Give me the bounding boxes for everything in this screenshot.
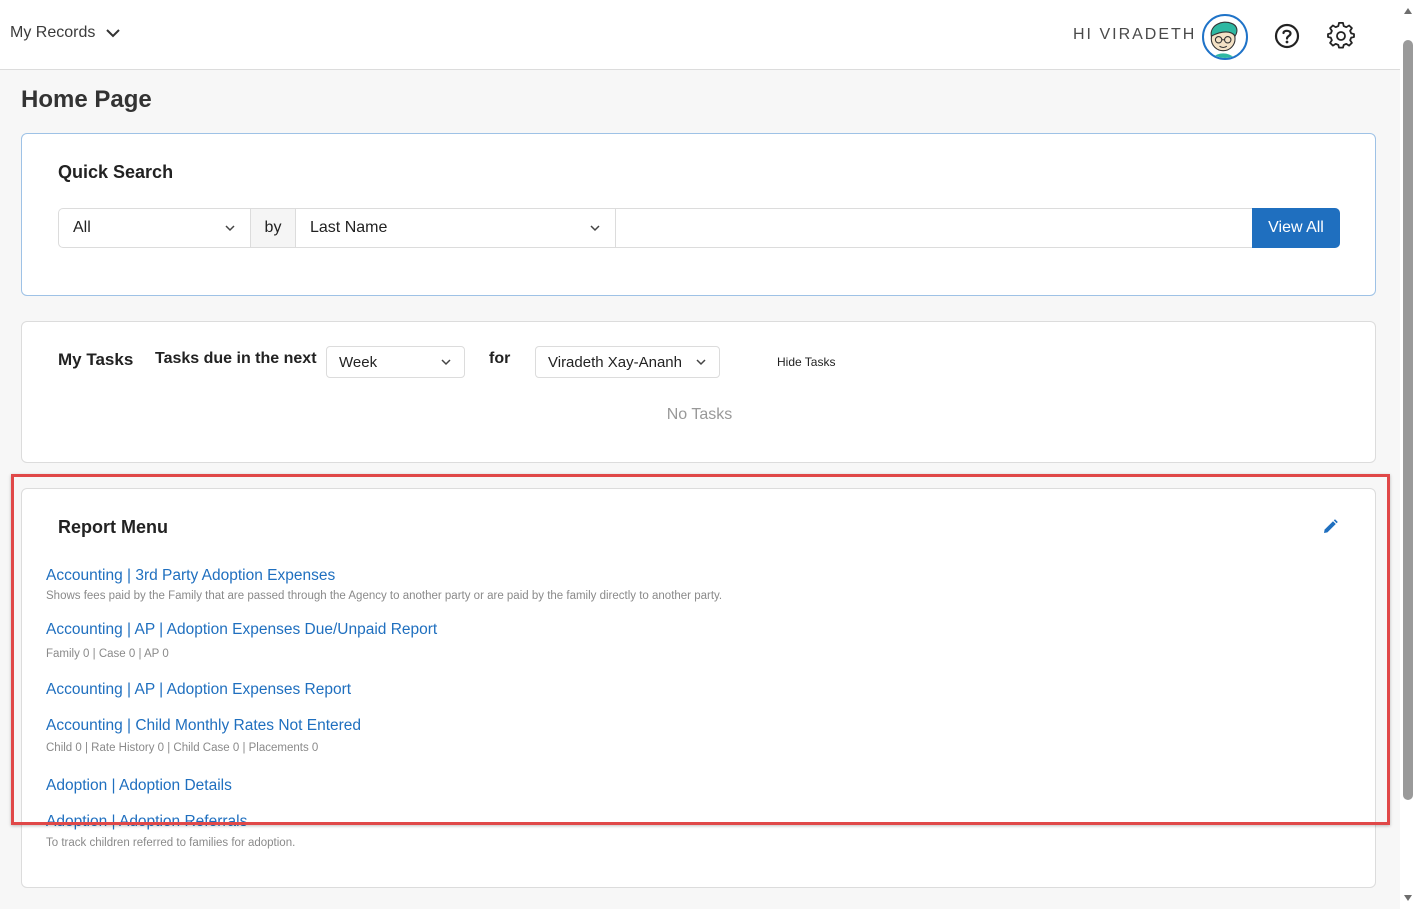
list-item: Accounting | Child Monthly Rates Not Ent… <box>46 717 361 754</box>
scroll-thumb[interactable] <box>1403 40 1413 800</box>
hide-tasks-button[interactable]: Hide Tasks <box>777 355 835 369</box>
report-link[interactable]: Accounting | AP | Adoption Expenses Due/… <box>46 621 437 639</box>
report-menu-title: Report Menu <box>58 517 168 537</box>
help-icon[interactable] <box>1273 22 1301 50</box>
page-title: Home Page <box>21 86 152 113</box>
task-person-value: Viradeth Xay-Ananh <box>548 353 682 371</box>
list-item: Accounting | 3rd Party Adoption Expenses… <box>46 567 722 602</box>
top-bar: My Records HI VIRADETH <box>0 0 1400 70</box>
list-item: Adoption | Adoption Referrals To track c… <box>46 813 295 849</box>
scroll-down-arrow[interactable] <box>1404 895 1412 901</box>
quick-search-title: Quick Search <box>58 162 174 182</box>
report-menu-card: Report Menu Accounting | 3rd Party Adopt… <box>21 488 1376 888</box>
list-item: Accounting | AP | Adoption Expenses Due/… <box>46 621 437 660</box>
tasks-toolbar: My Tasks Tasks due in the next Week for … <box>58 346 1358 378</box>
avatar[interactable] <box>1202 14 1248 60</box>
report-link[interactable]: Adoption | Adoption Details <box>46 777 232 795</box>
search-field-value: Last Name <box>310 219 388 236</box>
chevron-down-icon <box>590 225 600 232</box>
my-tasks-card: My Tasks Tasks due in the next Week for … <box>21 321 1376 463</box>
my-records-label: My Records <box>10 24 96 41</box>
report-link[interactable]: Accounting | AP | Adoption Expenses Repo… <box>46 681 351 699</box>
search-input[interactable] <box>616 209 1339 247</box>
chevron-down-icon <box>106 29 121 38</box>
task-period-select[interactable]: Week <box>326 346 465 378</box>
search-scope-value: All <box>73 219 91 236</box>
chevron-down-icon <box>225 225 235 232</box>
scroll-up-arrow[interactable] <box>1404 8 1412 14</box>
chevron-down-icon <box>441 359 451 366</box>
for-label: for <box>489 350 511 367</box>
list-item: Adoption | Adoption Details <box>46 777 232 795</box>
chevron-down-icon <box>696 359 706 366</box>
report-link[interactable]: Adoption | Adoption Referrals <box>46 813 295 831</box>
task-period-value: Week <box>339 353 378 371</box>
report-description: To track children referred to families f… <box>46 837 296 849</box>
no-tasks-message: No Tasks <box>666 406 733 423</box>
report-description: Child 0 | Rate History 0 | Child Case 0 … <box>46 742 319 754</box>
by-label: by <box>251 209 296 247</box>
avatar-icon <box>1210 21 1238 58</box>
report-link[interactable]: Accounting | Child Monthly Rates Not Ent… <box>46 717 361 735</box>
user-greeting: HI VIRADETH <box>1073 26 1197 43</box>
report-description: Shows fees paid by the Family that are p… <box>46 590 723 602</box>
scrollbar[interactable] <box>1400 0 1416 909</box>
task-person-select[interactable]: Viradeth Xay-Ananh <box>535 346 720 378</box>
search-field-select[interactable]: Last Name <box>296 209 616 247</box>
my-records-menu[interactable]: My Records <box>10 24 121 42</box>
list-item: Accounting | AP | Adoption Expenses Repo… <box>46 681 351 699</box>
my-tasks-title: My Tasks <box>58 350 134 369</box>
report-description: Family 0 | Case 0 | AP 0 <box>46 648 169 660</box>
edit-icon[interactable] <box>1321 518 1339 536</box>
search-scope-select[interactable]: All <box>59 209 251 247</box>
gear-icon[interactable] <box>1327 22 1355 50</box>
tasks-due-label: Tasks due in the next <box>155 350 317 367</box>
quick-search-bar: All by Last Name View All <box>58 208 1340 248</box>
quick-search-card: Quick Search All by Last Name View All <box>21 133 1376 296</box>
view-all-button[interactable]: View All <box>1252 208 1340 248</box>
report-link[interactable]: Accounting | 3rd Party Adoption Expenses <box>46 567 722 585</box>
